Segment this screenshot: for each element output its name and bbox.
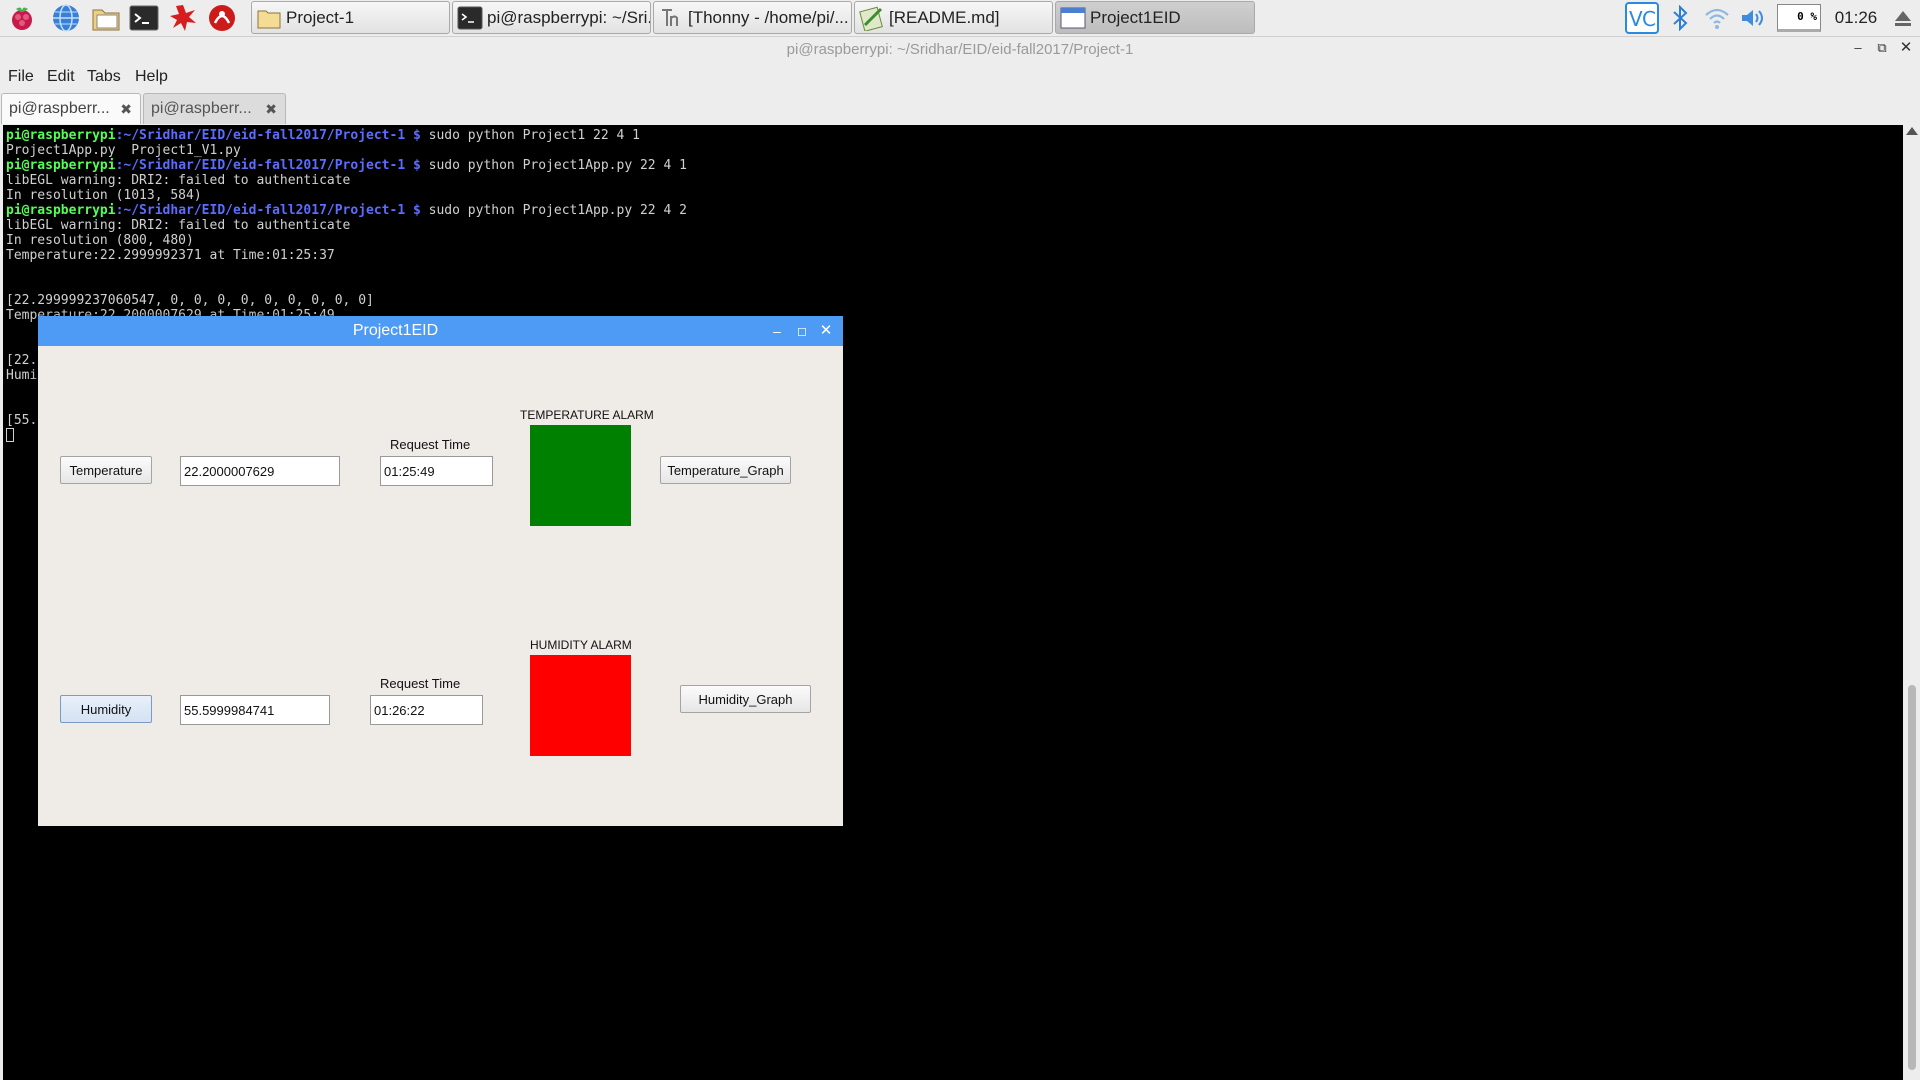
prompt-user: pi@raspberrypi xyxy=(6,203,116,218)
temperature-alarm-indicator xyxy=(530,425,631,526)
task-project1eid[interactable]: Project1EID xyxy=(1055,1,1255,34)
task-label: Project1EID xyxy=(1090,7,1181,27)
humidity-value-field[interactable]: 55.5999984741 xyxy=(180,695,330,725)
scrollbar-thumb[interactable] xyxy=(1908,685,1916,1070)
wolfram-icon[interactable] xyxy=(167,2,199,34)
humidity-graph-button[interactable]: Humidity_Graph xyxy=(680,685,811,713)
prompt-user: pi@raspberrypi xyxy=(6,128,116,143)
terminal-menubar: File Edit Tabs Help xyxy=(0,64,1920,90)
terminal-tabbar: pi@raspberr... ✖ pi@raspberr... ✖ xyxy=(0,93,1920,124)
mathematica-icon[interactable] xyxy=(206,2,238,34)
eject-icon[interactable] xyxy=(1891,2,1915,34)
command-text: sudo python Project1 22 4 1 xyxy=(420,128,640,143)
prompt-path: :~/Sridhar/EID/eid-fall2017/Project-1 $ xyxy=(115,158,421,173)
terminal-tab[interactable]: pi@raspberr... ✖ xyxy=(1,93,141,124)
vnc-icon[interactable]: VC xyxy=(1624,2,1660,34)
menu-help[interactable]: Help xyxy=(135,68,168,86)
close-icon[interactable]: ✕ xyxy=(817,316,835,346)
clock[interactable]: 01:26 xyxy=(1828,2,1884,34)
project1eid-window: Project1EID – ◻ ✕ Temperature 22.2000007… xyxy=(38,316,843,826)
terminal-line: [55. xyxy=(6,413,38,428)
terminal-line: pi@raspberrypi:~/Sridhar/EID/eid-fall201… xyxy=(6,158,687,173)
terminal-scrollbar[interactable] xyxy=(1904,125,1920,1080)
task-label: Project-1 xyxy=(286,7,355,27)
terminal-line: [22. xyxy=(6,353,38,368)
humidity-request-time-label: Request Time xyxy=(380,676,461,691)
text-editor-icon xyxy=(859,5,885,31)
terminal-line: Project1App.py Project1_V1.py xyxy=(6,143,241,158)
temperature-alarm-label: TEMPERATURE ALARM xyxy=(520,408,654,422)
menu-tabs[interactable]: Tabs xyxy=(87,68,121,86)
task-readme[interactable]: [README.md] xyxy=(854,1,1053,34)
humidity-request-time-field[interactable]: 01:26:22 xyxy=(370,695,483,725)
command-text: sudo python Project1App.py 22 4 2 xyxy=(420,203,687,218)
cpu-monitor[interactable]: 0 % xyxy=(1777,2,1821,34)
terminal-line: libEGL warning: DRI2: failed to authenti… xyxy=(6,173,351,188)
terminal-line: Humi xyxy=(6,368,38,383)
command-text: sudo python Project1App.py 22 4 1 xyxy=(420,158,687,173)
file-manager-icon[interactable] xyxy=(90,2,122,34)
terminal-tab[interactable]: pi@raspberr... ✖ xyxy=(143,93,286,124)
prompt-path: :~/Sridhar/EID/eid-fall2017/Project-1 $ xyxy=(115,128,421,143)
taskbar-panel: Project-1 pi@raspberrypi: ~/Sri... [Thon… xyxy=(0,0,1920,37)
task-terminal[interactable]: pi@raspberrypi: ~/Sri... xyxy=(452,1,651,34)
tab-close-icon[interactable]: ✖ xyxy=(120,94,132,124)
menu-edit[interactable]: Edit xyxy=(47,68,75,86)
terminal-line: pi@raspberrypi:~/Sridhar/EID/eid-fall201… xyxy=(6,203,687,218)
task-project-1[interactable]: Project-1 xyxy=(251,1,450,34)
terminal-line: libEGL warning: DRI2: failed to authenti… xyxy=(6,218,351,233)
terminal-line: In resolution (800, 480) xyxy=(6,233,194,248)
raspberry-menu-icon[interactable] xyxy=(6,2,38,34)
maximize-icon[interactable]: ⧉ xyxy=(1872,40,1892,56)
scroll-up-arrow-icon[interactable] xyxy=(1906,127,1918,135)
bluetooth-icon[interactable] xyxy=(1668,2,1692,34)
temperature-request-time-label: Request Time xyxy=(390,437,471,452)
terminal-icon[interactable] xyxy=(128,2,160,34)
maximize-icon[interactable]: ◻ xyxy=(793,316,811,346)
svg-text:C: C xyxy=(1642,7,1656,31)
folder-icon xyxy=(256,5,282,31)
terminal-line: pi@raspberrypi:~/Sridhar/EID/eid-fall201… xyxy=(6,128,640,143)
prompt-user: pi@raspberrypi xyxy=(6,158,116,173)
terminal-cursor xyxy=(6,428,14,442)
temperature-button[interactable]: Temperature xyxy=(60,456,152,484)
wifi-icon[interactable] xyxy=(1702,2,1732,34)
temperature-value-field[interactable]: 22.2000007629 xyxy=(180,456,340,486)
svg-text:V: V xyxy=(1629,7,1643,31)
terminal-line: Temperature:22.2999992371 at Time:01:25:… xyxy=(6,248,335,263)
app-titlebar[interactable]: Project1EID – ◻ ✕ xyxy=(38,316,843,346)
terminal-window-title: pi@raspberrypi: ~/Sridhar/EID/eid-fall20… xyxy=(0,37,1920,63)
humidity-alarm-indicator xyxy=(530,655,631,756)
minimize-icon[interactable]: – xyxy=(1848,40,1868,55)
menu-file[interactable]: File xyxy=(8,68,34,86)
app-title: Project1EID xyxy=(352,322,439,339)
humidity-alarm-label: HUMIDITY ALARM xyxy=(530,638,632,652)
humidity-button[interactable]: Humidity xyxy=(60,695,152,723)
cpu-usage-label: 0 % xyxy=(1777,4,1821,32)
tab-label: pi@raspberr... xyxy=(151,100,252,117)
temperature-request-time-field[interactable]: 01:25:49 xyxy=(380,456,493,486)
task-label: [README.md] xyxy=(889,7,1000,27)
terminal-line: In resolution (1013, 584) xyxy=(6,188,202,203)
window-icon xyxy=(1060,5,1086,31)
task-thonny[interactable]: [Thonny - /home/pi/... xyxy=(653,1,852,34)
task-label: pi@raspberrypi: ~/Sri... xyxy=(487,7,651,27)
tab-label: pi@raspberr... xyxy=(9,100,110,117)
prompt-path: :~/Sridhar/EID/eid-fall2017/Project-1 $ xyxy=(115,203,421,218)
close-icon[interactable]: ✕ xyxy=(1896,38,1916,56)
tab-close-icon[interactable]: ✖ xyxy=(265,94,277,124)
thonny-icon xyxy=(658,5,684,31)
terminal-icon xyxy=(457,5,483,31)
task-label: [Thonny - /home/pi/... xyxy=(688,7,849,27)
temperature-graph-button[interactable]: Temperature_Graph xyxy=(660,456,791,484)
terminal-line: [22.299999237060547, 0, 0, 0, 0, 0, 0, 0… xyxy=(6,293,374,308)
volume-icon[interactable] xyxy=(1738,2,1768,34)
web-browser-icon[interactable] xyxy=(50,2,82,34)
minimize-icon[interactable]: – xyxy=(768,316,786,346)
